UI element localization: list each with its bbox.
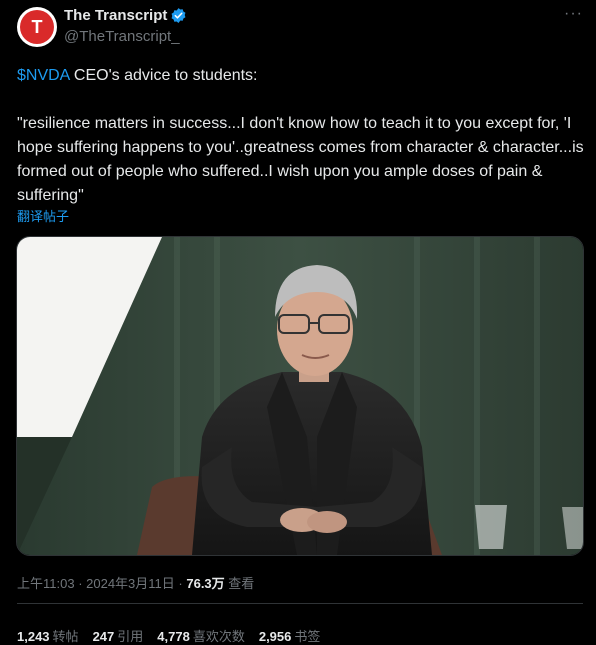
stat-quotes[interactable]: 247 引用 — [93, 626, 144, 645]
tweet-meta: 上午11:03 · 2024年3月11日 · 76.3万 查看 — [17, 573, 254, 592]
tweet-spacer — [17, 88, 587, 112]
video-media[interactable] — [16, 236, 584, 556]
tweet-intro: CEO's advice to students: — [69, 67, 258, 84]
translate-post-link[interactable]: 翻译帖子 — [17, 206, 69, 225]
stat-reposts[interactable]: 1,243 转帖 — [17, 626, 79, 645]
stat-label: 引用 — [117, 629, 144, 644]
cashtag-link[interactable]: $NVDA — [17, 67, 69, 84]
stat-bookmarks[interactable]: 2,956 书签 — [259, 626, 321, 645]
tweet-line-1: $NVDA CEO's advice to students: — [17, 64, 587, 88]
tweet-quote: "resilience matters in success...I don't… — [17, 115, 584, 204]
stat-count: 247 — [92, 629, 115, 644]
stat-label: 书签 — [294, 629, 321, 644]
meta-separator: · — [74, 576, 87, 591]
avatar[interactable]: T — [17, 7, 57, 47]
stat-label: 转帖 — [52, 629, 79, 644]
view-count[interactable]: 76.3万 — [186, 576, 224, 591]
author-name-row[interactable]: The Transcript — [64, 7, 187, 24]
view-label: 查看 — [224, 576, 255, 591]
tweet-date[interactable]: 2024年3月11日 — [86, 576, 175, 591]
more-options-icon[interactable]: ··· — [564, 5, 583, 23]
stat-label: 喜欢次数 — [192, 629, 245, 644]
avatar-logo: T — [20, 10, 54, 44]
author-handle[interactable]: @TheTranscript_ — [64, 28, 180, 45]
meta-separator: · — [174, 576, 187, 591]
verified-badge-icon — [171, 8, 186, 23]
tweet-text: $NVDA CEO's advice to students: "resilie… — [17, 64, 587, 208]
stat-count: 4,778 — [157, 629, 190, 644]
video-frame — [17, 237, 583, 555]
tweet-time[interactable]: 上午11:03 — [17, 576, 75, 591]
engagement-stats: 1,243 转帖 247 引用 4,778 喜欢次数 2,956 书签 — [17, 626, 320, 645]
display-name[interactable]: The Transcript — [64, 7, 167, 24]
stat-count: 1,243 — [17, 629, 50, 644]
stat-count: 2,956 — [258, 629, 292, 644]
stat-likes[interactable]: 4,778 喜欢次数 — [157, 626, 245, 645]
divider — [17, 603, 583, 604]
